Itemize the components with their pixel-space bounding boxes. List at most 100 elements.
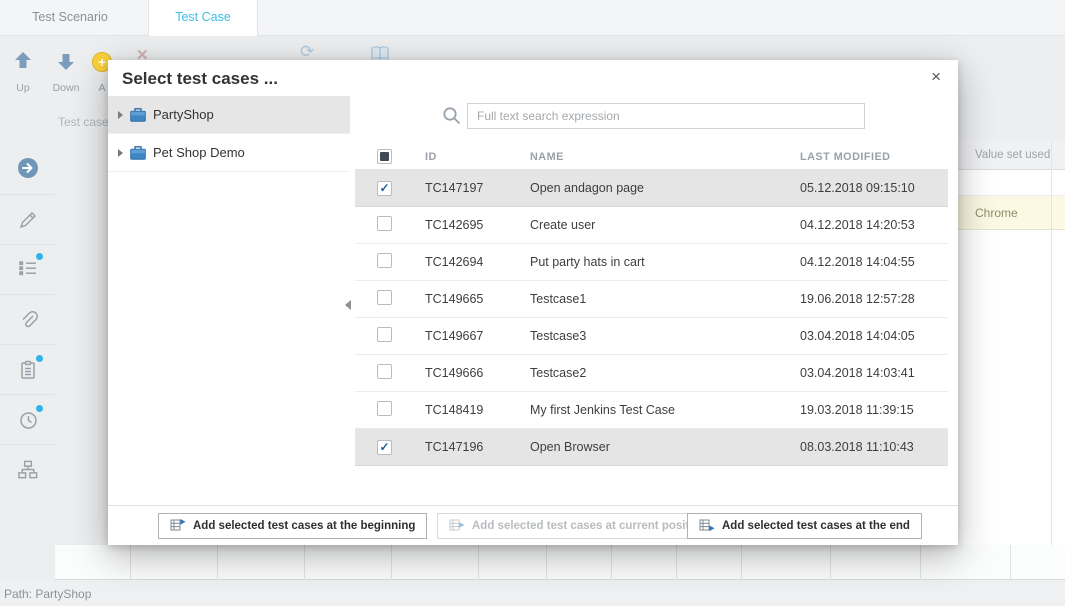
- close-icon[interactable]: ×: [927, 65, 945, 89]
- tree-item-label: PartyShop: [153, 107, 214, 122]
- checkbox-cell: [355, 364, 425, 382]
- search-input[interactable]: [467, 103, 865, 129]
- testcase-id: TC147196: [425, 440, 530, 454]
- add-table-icon: [449, 518, 465, 535]
- history-icon[interactable]: [17, 409, 39, 431]
- dialog-title: Select test cases ...: [122, 69, 278, 89]
- notification-dot: [36, 355, 43, 362]
- expander-icon[interactable]: [118, 111, 123, 119]
- table-row[interactable]: TC149666 Testcase2 03.04.2018 14:03:41: [355, 355, 948, 392]
- row-checkbox[interactable]: [377, 440, 392, 455]
- status-bar: Path: PartyShop: [0, 580, 1065, 606]
- tab-test-case[interactable]: Test Case: [148, 0, 258, 36]
- testcase-name: My first Jenkins Test Case: [530, 403, 800, 417]
- value-set-used-header: Value set used: [958, 140, 1065, 170]
- add-table-icon: [699, 518, 715, 535]
- table-header: ID NAME LAST MODIFIED: [355, 144, 948, 170]
- add-at-end-button[interactable]: Add selected test cases at the end: [687, 513, 922, 539]
- sidebar-divider: [0, 444, 55, 445]
- test-case-panel-label: Test case: [58, 115, 109, 129]
- add-at-current-position-button[interactable]: Add selected test cases at current posit…: [437, 513, 719, 539]
- table-row[interactable]: TC147197 Open andagon page 05.12.2018 09…: [355, 170, 948, 207]
- testcase-name: Open Browser: [530, 440, 800, 454]
- move-up-icon[interactable]: [13, 50, 33, 75]
- checkbox-cell: [355, 290, 425, 308]
- sidebar-divider: [0, 394, 55, 395]
- value-set-cell-chrome[interactable]: Chrome: [958, 196, 1065, 230]
- collapse-panel-icon[interactable]: [345, 300, 351, 310]
- row-checkbox[interactable]: [377, 216, 392, 231]
- testcase-name: Testcase2: [530, 366, 800, 380]
- testcase-modified: 04.12.2018 14:04:55: [800, 255, 948, 269]
- checkbox-cell: [355, 181, 425, 196]
- tab-test-scenario[interactable]: Test Scenario: [10, 0, 130, 35]
- table-row[interactable]: TC142694 Put party hats in cart 04.12.20…: [355, 244, 948, 281]
- sidebar-divider: [0, 194, 55, 195]
- folder-icon: [130, 146, 146, 160]
- row-checkbox[interactable]: [377, 253, 392, 268]
- button-label: Add selected test cases at the end: [722, 520, 910, 532]
- tree-item-label: Pet Shop Demo: [153, 145, 245, 160]
- testcase-id: TC149666: [425, 366, 530, 380]
- table-row[interactable]: TC147196 Open Browser 08.03.2018 11:10:4…: [355, 429, 948, 466]
- expander-icon[interactable]: [118, 149, 123, 157]
- grid-column-border: [1051, 140, 1052, 580]
- checkbox-cell: [355, 440, 425, 455]
- tree-item-partyshop[interactable]: PartyShop: [108, 96, 350, 134]
- column-header-last-modified[interactable]: LAST MODIFIED: [800, 151, 948, 163]
- edit-icon[interactable]: [17, 209, 39, 231]
- sidebar-divider: [0, 344, 55, 345]
- add-at-beginning-button[interactable]: Add selected test cases at the beginning: [158, 513, 427, 539]
- column-header-name[interactable]: NAME: [530, 151, 800, 163]
- test-step-list-icon[interactable]: [17, 257, 39, 279]
- move-down-label: Down: [50, 82, 82, 94]
- testcase-id: TC149667: [425, 329, 530, 343]
- search-icon: [441, 105, 462, 131]
- column-header-id[interactable]: ID: [425, 151, 530, 163]
- test-case-table: ID NAME LAST MODIFIED TC147197 Open anda…: [355, 144, 948, 466]
- select-all-cell: [355, 148, 425, 166]
- table-row[interactable]: TC142695 Create user 04.12.2018 14:20:53: [355, 207, 948, 244]
- checkbox-cell: [355, 216, 425, 234]
- move-down-icon[interactable]: [56, 52, 76, 77]
- checklist-icon[interactable]: [17, 359, 39, 381]
- testcase-modified: 08.03.2018 11:10:43: [800, 440, 948, 454]
- testcase-id: TC142694: [425, 255, 530, 269]
- application-window: Test Scenario Test Case Up Down + A ✕ ⟳ …: [0, 0, 1065, 606]
- status-path: Path: PartyShop: [4, 587, 91, 601]
- hierarchy-icon[interactable]: [17, 459, 39, 481]
- data-grid-row: [55, 545, 1065, 580]
- row-checkbox[interactable]: [377, 401, 392, 416]
- testcase-name: Open andagon page: [530, 181, 800, 195]
- testcase-name: Testcase3: [530, 329, 800, 343]
- go-to-icon[interactable]: [17, 157, 39, 179]
- add-table-icon: [170, 518, 186, 535]
- notification-dot: [36, 253, 43, 260]
- testcase-id: TC148419: [425, 403, 530, 417]
- button-label: Add selected test cases at current posit…: [472, 520, 707, 532]
- table-row[interactable]: TC148419 My first Jenkins Test Case 19.0…: [355, 392, 948, 429]
- testcase-modified: 19.03.2018 11:39:15: [800, 403, 948, 417]
- table-row[interactable]: TC149665 Testcase1 19.06.2018 12:57:28: [355, 281, 948, 318]
- move-up-label: Up: [13, 82, 33, 94]
- row-checkbox[interactable]: [377, 290, 392, 305]
- select-all-checkbox[interactable]: [377, 149, 392, 164]
- testcase-modified: 19.06.2018 12:57:28: [800, 292, 948, 306]
- tab-bar: Test Scenario Test Case: [0, 0, 1065, 36]
- select-test-cases-dialog: Select test cases ... × PartyShop Pet Sh…: [108, 60, 958, 545]
- table-row[interactable]: TC149667 Testcase3 03.04.2018 14:04:05: [355, 318, 948, 355]
- grid-body: [958, 230, 1065, 545]
- checkbox-cell: [355, 401, 425, 419]
- row-checkbox[interactable]: [377, 364, 392, 379]
- attachment-icon[interactable]: [17, 309, 39, 331]
- tree-item-pet-shop-demo[interactable]: Pet Shop Demo: [108, 134, 350, 172]
- testcase-modified: 03.04.2018 14:03:41: [800, 366, 948, 380]
- row-checkbox[interactable]: [377, 327, 392, 342]
- checkbox-cell: [355, 253, 425, 271]
- row-checkbox[interactable]: [377, 181, 392, 196]
- testcase-modified: 05.12.2018 09:15:10: [800, 181, 948, 195]
- testcase-id: TC147197: [425, 181, 530, 195]
- dialog-footer: Add selected test cases at the beginning…: [108, 505, 958, 545]
- checkbox-cell: [355, 327, 425, 345]
- refresh-icon[interactable]: ⟳: [300, 42, 314, 62]
